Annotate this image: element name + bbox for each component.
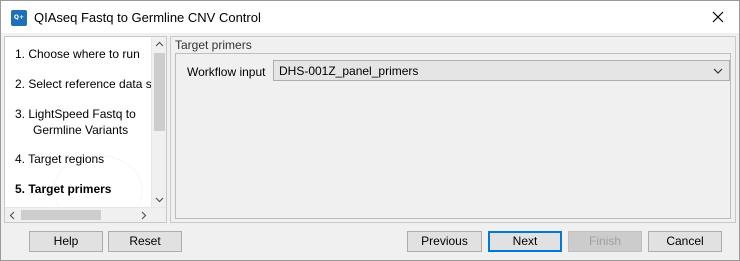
scroll-up-icon[interactable] bbox=[155, 40, 164, 49]
help-button[interactable]: Help bbox=[29, 231, 103, 252]
steps-panel: 1. Choose where to run 2. Select referen… bbox=[4, 36, 167, 223]
chevron-down-icon bbox=[713, 68, 723, 74]
horizontal-scrollbar[interactable] bbox=[5, 207, 166, 222]
reset-button[interactable]: Reset bbox=[108, 231, 182, 252]
scrollbar-thumb[interactable] bbox=[154, 53, 165, 131]
step-item[interactable]: 4. Target regions bbox=[15, 151, 104, 167]
workflow-input-value: DHS-001Z_panel_primers bbox=[279, 64, 419, 78]
step-item-current[interactable]: 5. Target primers bbox=[15, 181, 111, 197]
workflow-input-group: Workflow input DHS-001Z_panel_primers bbox=[175, 53, 731, 219]
panel-title: Target primers bbox=[175, 38, 252, 52]
previous-button[interactable]: Previous bbox=[407, 231, 482, 252]
wizard-dialog: Q+ QIAseq Fastq to Germline CNV Control … bbox=[0, 0, 740, 261]
step-item[interactable]: 3. LightSpeed Fastq to bbox=[15, 106, 136, 122]
step-item-continuation[interactable]: Germline Variants bbox=[33, 122, 128, 138]
workflow-input-label: Workflow input bbox=[187, 65, 266, 79]
workflow-input-select[interactable]: DHS-001Z_panel_primers bbox=[273, 60, 730, 81]
app-icon: Q+ bbox=[11, 10, 27, 26]
steps-list: 1. Choose where to run 2. Select referen… bbox=[5, 37, 153, 207]
scroll-left-icon[interactable] bbox=[8, 211, 17, 220]
finish-button[interactable]: Finish bbox=[568, 231, 642, 252]
vertical-scrollbar[interactable] bbox=[151, 37, 166, 207]
scroll-right-icon[interactable] bbox=[139, 211, 148, 220]
close-button[interactable] bbox=[703, 5, 733, 29]
cancel-button[interactable]: Cancel bbox=[648, 231, 722, 252]
close-icon bbox=[712, 11, 724, 23]
window-title: QIAseq Fastq to Germline CNV Control bbox=[34, 10, 261, 25]
next-button[interactable]: Next bbox=[488, 231, 562, 252]
title-bar: Q+ QIAseq Fastq to Germline CNV Control bbox=[1, 1, 739, 33]
scroll-down-icon[interactable] bbox=[155, 195, 164, 204]
step-item[interactable]: 2. Select reference data se bbox=[15, 76, 153, 92]
step-item[interactable]: 1. Choose where to run bbox=[15, 46, 140, 62]
target-primers-panel: Target primers Workflow input DHS-001Z_p… bbox=[170, 36, 736, 223]
scrollbar-thumb[interactable] bbox=[21, 210, 101, 220]
